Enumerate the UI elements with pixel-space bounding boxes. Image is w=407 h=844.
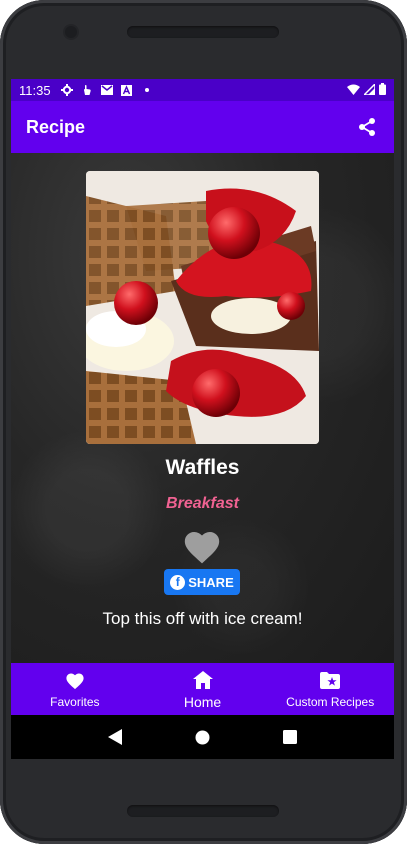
gmail-icon xyxy=(100,84,113,96)
share-icon xyxy=(359,118,375,136)
recents-icon xyxy=(283,730,298,744)
facebook-share-button[interactable]: f SHARE xyxy=(164,569,240,595)
recipe-detail: Waffles Breakfast f SHARE Top this off w… xyxy=(11,153,394,663)
heart-icon xyxy=(64,670,86,692)
favorite-button[interactable] xyxy=(182,529,222,565)
home-circle-icon xyxy=(195,730,210,744)
home-system-button[interactable] xyxy=(192,727,212,747)
signal-icon xyxy=(362,81,376,98)
back-icon xyxy=(107,729,122,745)
recipe-category: Breakfast xyxy=(166,495,239,512)
app-bar: Recipe xyxy=(11,101,394,153)
recipe-title: Waffles xyxy=(165,456,240,479)
recents-button[interactable] xyxy=(280,727,300,747)
status-time: 11:35 xyxy=(19,82,51,98)
device-frame: 11:35 Recipe Waffles Breakfast f SHARE T… xyxy=(0,0,407,844)
app-title: Recipe xyxy=(26,116,86,137)
nav-item-home[interactable]: Home xyxy=(139,663,267,715)
heart-icon xyxy=(184,531,220,564)
system-navigation-bar xyxy=(11,715,394,759)
nav-label-favorites: Favorites xyxy=(50,694,100,709)
settings-icon xyxy=(60,84,73,96)
bottom-navigation: Favorites Home Custom Recipes xyxy=(11,663,394,715)
recipe-image xyxy=(86,171,319,444)
front-camera xyxy=(65,26,77,38)
folder-star-icon xyxy=(319,670,341,692)
top-speaker xyxy=(127,26,279,38)
nav-item-favorites[interactable]: Favorites xyxy=(11,663,139,715)
back-button[interactable] xyxy=(105,727,125,747)
screen: 11:35 Recipe Waffles Breakfast f SHARE T… xyxy=(11,79,394,759)
status-bar: 11:35 xyxy=(11,79,394,101)
recipe-note: Top this off with ice cream! xyxy=(102,609,303,628)
nav-item-custom-recipes[interactable]: Custom Recipes xyxy=(266,663,394,715)
home-icon xyxy=(192,669,214,691)
a-icon xyxy=(121,84,133,96)
battery-icon xyxy=(379,82,386,98)
facebook-share-label: SHARE xyxy=(188,574,234,590)
dot-icon xyxy=(141,84,153,96)
nav-label-home: Home xyxy=(183,693,222,710)
nav-label-custom-recipes: Custom Recipes xyxy=(286,694,375,709)
wifi-icon xyxy=(347,83,360,98)
bottom-speaker xyxy=(127,805,279,817)
facebook-icon: f xyxy=(170,574,186,590)
share-button[interactable] xyxy=(355,115,379,139)
touch-icon xyxy=(81,84,93,96)
